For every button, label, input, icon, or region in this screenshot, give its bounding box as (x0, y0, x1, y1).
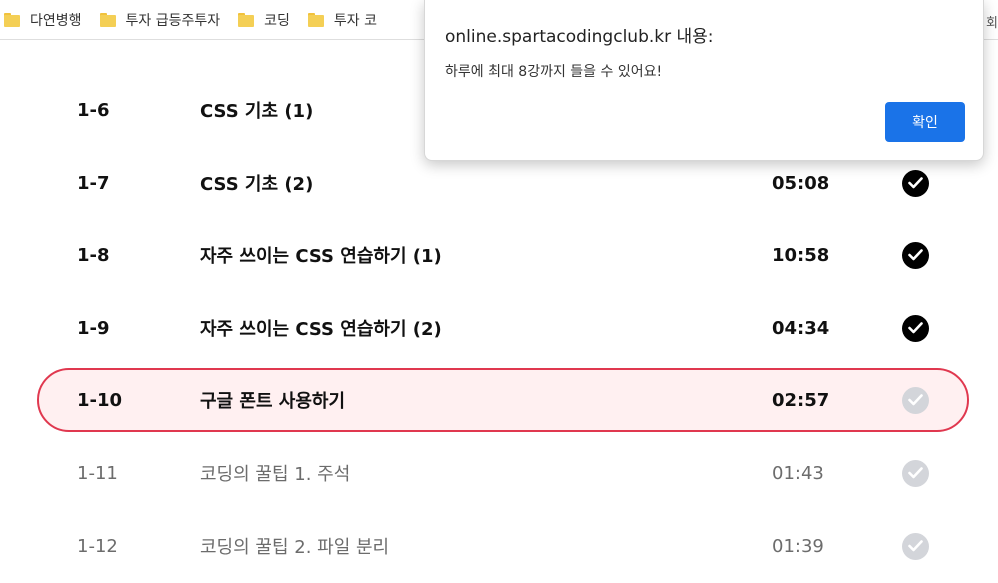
lesson-duration: 01:43 (772, 462, 824, 484)
folder-icon (4, 12, 20, 27)
lesson-title: 코딩의 꿀팁 1. 주석 (200, 464, 351, 485)
check-icon (902, 241, 929, 269)
bookmark-overflow[interactable]: 회 (986, 12, 998, 31)
bookmark-folder[interactable]: 투자 급등주투자 (96, 5, 229, 35)
lesson-row[interactable]: 1-9 자주 쓰이는 CSS 연습하기 (2) 04:34 (37, 296, 969, 360)
lesson-number: 1-8 (77, 244, 110, 266)
folder-icon (99, 12, 116, 27)
bookmark-folder[interactable]: 코딩 (234, 5, 298, 35)
folder-icon (307, 12, 324, 27)
lesson-row-current[interactable]: 1-10 구글 폰트 사용하기 02:57 (37, 368, 969, 432)
check-icon (902, 459, 929, 487)
folder-icon (238, 12, 255, 27)
lesson-title: 자주 쓰이는 CSS 연습하기 (1) (200, 246, 442, 267)
bookmark-label: 투자 코 (333, 12, 378, 29)
bookmark-folder[interactable]: 투자 코 (304, 5, 385, 35)
lesson-title: 코딩의 꿀팁 2. 파일 분리 (200, 537, 390, 558)
check-icon (902, 314, 929, 342)
bookmark-folder[interactable]: 다연병행 (0, 5, 90, 35)
lesson-number: 1-12 (77, 535, 118, 557)
lesson-title: 구글 폰트 사용하기 (200, 391, 346, 412)
bookmark-label: 다연병행 (30, 12, 82, 29)
confirm-button[interactable]: 확인 (885, 102, 965, 142)
lesson-number: 1-6 (77, 99, 110, 121)
lesson-row[interactable]: 1-8 자주 쓰이는 CSS 연습하기 (1) 10:58 (37, 223, 969, 287)
lesson-number: 1-7 (77, 172, 110, 194)
lesson-duration: 10:58 (772, 244, 830, 266)
lesson-duration: 01:39 (772, 535, 824, 557)
lesson-row[interactable]: 1-11 코딩의 꿀팁 1. 주석 01:43 (37, 441, 969, 505)
lesson-number: 1-9 (77, 317, 110, 339)
dialog-message: 하루에 최대 8강까지 들을 수 있어요! (445, 64, 663, 80)
lesson-number: 1-11 (77, 462, 118, 484)
lesson-duration: 04:34 (772, 317, 830, 339)
lesson-number: 1-10 (77, 389, 123, 411)
lesson-duration: 05:08 (772, 172, 830, 194)
lesson-title: 자주 쓰이는 CSS 연습하기 (2) (200, 319, 442, 340)
lesson-duration: 02:57 (772, 389, 830, 411)
check-icon (902, 532, 929, 560)
lesson-title: CSS 기초 (1) (200, 101, 314, 122)
lesson-row[interactable]: 1-12 코딩의 꿀팁 2. 파일 분리 01:39 (37, 514, 969, 578)
bookmark-label: 투자 급등주투자 (125, 12, 221, 29)
alert-dialog: online.spartacodingclub.kr 내용: 하루에 최대 8강… (424, 0, 984, 161)
bookmark-label: 코딩 (264, 12, 290, 29)
dialog-origin: online.spartacodingclub.kr 내용: (445, 27, 714, 47)
check-icon (902, 169, 929, 197)
lesson-title: CSS 기초 (2) (200, 174, 314, 195)
check-icon (902, 386, 929, 414)
